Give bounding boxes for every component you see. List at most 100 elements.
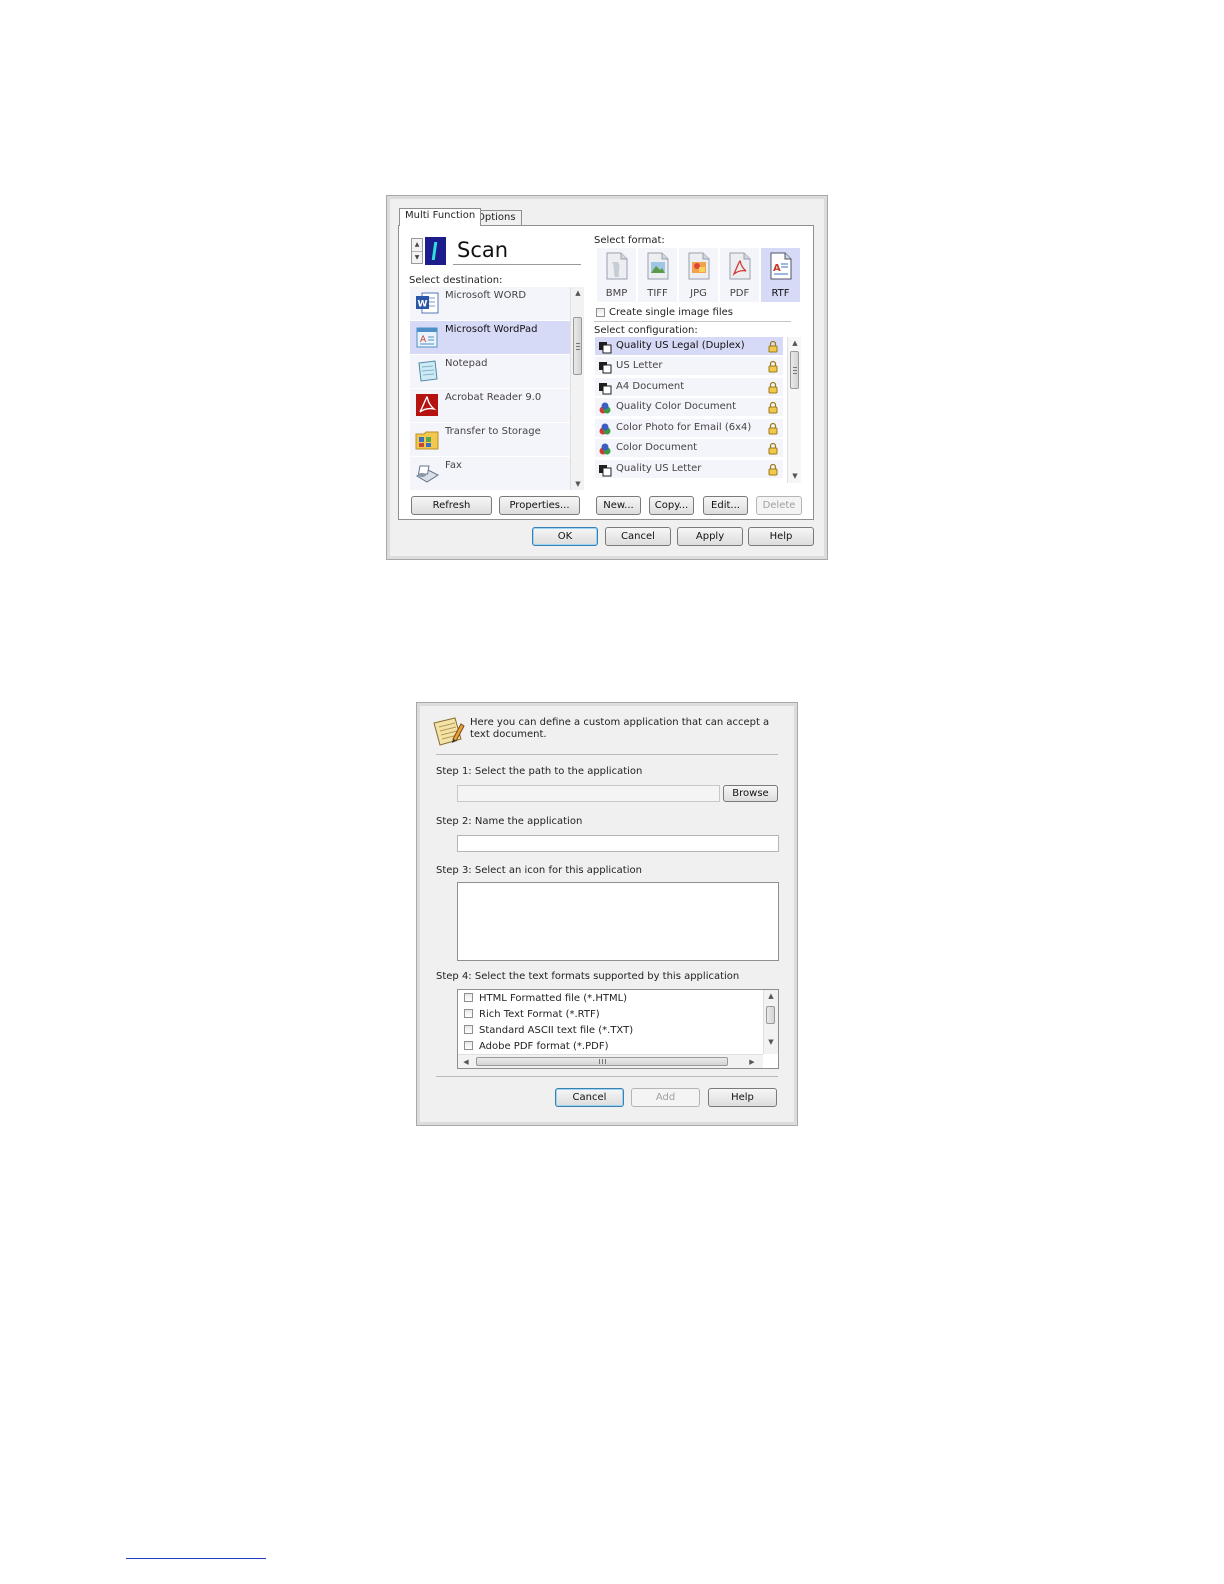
list-item-format-html[interactable]: HTML Formatted file (*.HTML): [464, 993, 627, 1004]
wordpad-icon: A: [416, 327, 438, 348]
scroll-left-icon[interactable]: ◀: [460, 1056, 472, 1068]
list-item-config[interactable]: Color Photo for Email (6x4): [595, 419, 783, 438]
spinner-up-icon[interactable]: ▲: [412, 239, 422, 251]
multi-function-panel: ▲ ▼ Scan Select destination: W Microsoft…: [398, 225, 814, 520]
destination-label: Notepad: [445, 358, 488, 369]
rtf-file-icon: A: [770, 252, 792, 280]
format-rtf[interactable]: A RTF: [761, 248, 800, 302]
format-bmp[interactable]: BMP: [597, 248, 636, 302]
application-path-input[interactable]: [457, 785, 720, 802]
format-tiff[interactable]: TIFF: [638, 248, 677, 302]
format-checkbox[interactable]: [464, 993, 473, 1002]
intro-divider: [436, 754, 778, 755]
destination-label: Microsoft WordPad: [445, 324, 538, 335]
text-formats-list[interactable]: HTML Formatted file (*.HTML) Rich Text F…: [457, 989, 779, 1069]
scrollbar-thumb[interactable]: [790, 351, 799, 389]
tab-multi-function[interactable]: Multi Function: [399, 208, 482, 226]
step4-label: Step 4: Select the text formats supporte…: [436, 971, 740, 982]
list-item-config[interactable]: A4 Document: [595, 378, 783, 397]
text-formats-hscrollbar[interactable]: ◀ ▶: [458, 1054, 763, 1068]
list-item-config[interactable]: Quality Color Document: [595, 398, 783, 417]
configuration-list[interactable]: Quality US Legal (Duplex) US Letter A4 D…: [595, 337, 803, 483]
cancel-button[interactable]: Cancel: [555, 1088, 624, 1107]
list-item-notepad[interactable]: Notepad: [410, 355, 570, 389]
scan-label-underline: [453, 264, 581, 265]
scrollbar-thumb[interactable]: [476, 1057, 728, 1066]
create-single-image-label: Create single image files: [609, 307, 733, 318]
custom-application-dialog: Here you can define a custom application…: [416, 702, 798, 1126]
notepad-pencil-icon: [433, 717, 465, 746]
intro-text: Here you can define a custom application…: [470, 717, 770, 740]
buttons-divider: [436, 1076, 778, 1077]
bw-scan-icon: [599, 342, 612, 354]
lock-icon: [768, 340, 778, 353]
refresh-button[interactable]: Refresh: [411, 496, 492, 515]
scroll-up-icon[interactable]: ▲: [764, 990, 778, 1002]
list-item-fax[interactable]: Fax: [410, 457, 570, 490]
storage-icon: [415, 431, 439, 450]
destination-list-scrollbar[interactable]: ▲ ▼: [570, 287, 584, 490]
spinner-down-icon[interactable]: ▼: [412, 251, 422, 264]
create-single-image-checkbox[interactable]: [596, 308, 605, 317]
scan-label: Scan: [457, 238, 509, 262]
destination-list[interactable]: W Microsoft WORD A Microsoft WordPad Not…: [410, 287, 585, 490]
application-icon-box[interactable]: [457, 882, 779, 961]
browse-button[interactable]: Browse: [723, 785, 778, 802]
jpg-file-icon: [688, 252, 710, 280]
list-item-config[interactable]: Quality US Legal (Duplex): [595, 337, 783, 356]
svg-text:W: W: [418, 300, 428, 310]
ok-button[interactable]: OK: [532, 527, 598, 546]
cancel-button[interactable]: Cancel: [605, 527, 671, 546]
apply-button[interactable]: Apply: [677, 527, 743, 546]
list-item-microsoft-wordpad[interactable]: A Microsoft WordPad: [410, 321, 570, 355]
list-item-config[interactable]: US Letter: [595, 357, 783, 376]
list-item-config[interactable]: Color Document: [595, 439, 783, 458]
edit-config-button[interactable]: Edit...: [703, 496, 748, 515]
properties-button[interactable]: Properties...: [499, 496, 580, 515]
scroll-right-icon[interactable]: ▶: [746, 1056, 758, 1068]
scroll-up-icon[interactable]: ▲: [571, 287, 585, 299]
scrollbar-thumb[interactable]: [766, 1006, 775, 1024]
button-selector-spinner[interactable]: ▲ ▼: [411, 238, 423, 264]
list-item-format-txt[interactable]: Standard ASCII text file (*.TXT): [464, 1025, 633, 1036]
lock-icon: [768, 401, 778, 414]
scroll-down-icon[interactable]: ▼: [788, 470, 802, 482]
format-pdf[interactable]: PDF: [720, 248, 759, 302]
help-button[interactable]: Help: [708, 1088, 777, 1107]
button-number-display: [425, 237, 446, 265]
list-item-config[interactable]: Quality US Letter: [595, 460, 783, 479]
lock-icon: [768, 442, 778, 455]
scroll-down-icon[interactable]: ▼: [764, 1036, 778, 1048]
color-scan-icon: [599, 423, 611, 435]
configuration-list-scrollbar[interactable]: ▲ ▼: [787, 337, 801, 483]
text-formats-items: HTML Formatted file (*.HTML) Rich Text F…: [458, 990, 763, 1054]
lock-icon: [768, 360, 778, 373]
delete-config-button[interactable]: Delete: [756, 496, 802, 515]
help-button[interactable]: Help: [748, 527, 814, 546]
new-config-button[interactable]: New...: [596, 496, 641, 515]
copy-config-button[interactable]: Copy...: [649, 496, 694, 515]
format-checkbox[interactable]: [464, 1025, 473, 1034]
format-checkbox[interactable]: [464, 1009, 473, 1018]
format-checkbox[interactable]: [464, 1041, 473, 1050]
format-jpg[interactable]: JPG: [679, 248, 718, 302]
scroll-up-icon[interactable]: ▲: [788, 337, 802, 349]
list-item-transfer-to-storage[interactable]: Transfer to Storage: [410, 423, 570, 457]
bw-scan-icon: [599, 465, 612, 477]
add-button[interactable]: Add: [631, 1088, 700, 1107]
select-destination-label: Select destination:: [409, 275, 503, 286]
color-scan-icon: [599, 443, 611, 455]
word-icon: W: [416, 292, 439, 314]
scrollbar-thumb[interactable]: [573, 317, 582, 375]
text-formats-vscrollbar[interactable]: ▲ ▼: [763, 990, 778, 1054]
list-item-acrobat-reader[interactable]: Acrobat Reader 9.0: [410, 389, 570, 423]
list-item-format-pdf[interactable]: Adobe PDF format (*.PDF): [464, 1041, 608, 1052]
step3-label: Step 3: Select an icon for this applicat…: [436, 865, 642, 876]
step2-label: Step 2: Name the application: [436, 816, 583, 827]
footer-link-underline: [126, 1558, 266, 1559]
scroll-down-icon[interactable]: ▼: [571, 478, 585, 490]
list-item-microsoft-word[interactable]: W Microsoft WORD: [410, 287, 570, 321]
select-configuration-label: Select configuration:: [594, 325, 698, 336]
list-item-format-rtf[interactable]: Rich Text Format (*.RTF): [464, 1009, 600, 1020]
application-name-input[interactable]: [457, 835, 779, 852]
